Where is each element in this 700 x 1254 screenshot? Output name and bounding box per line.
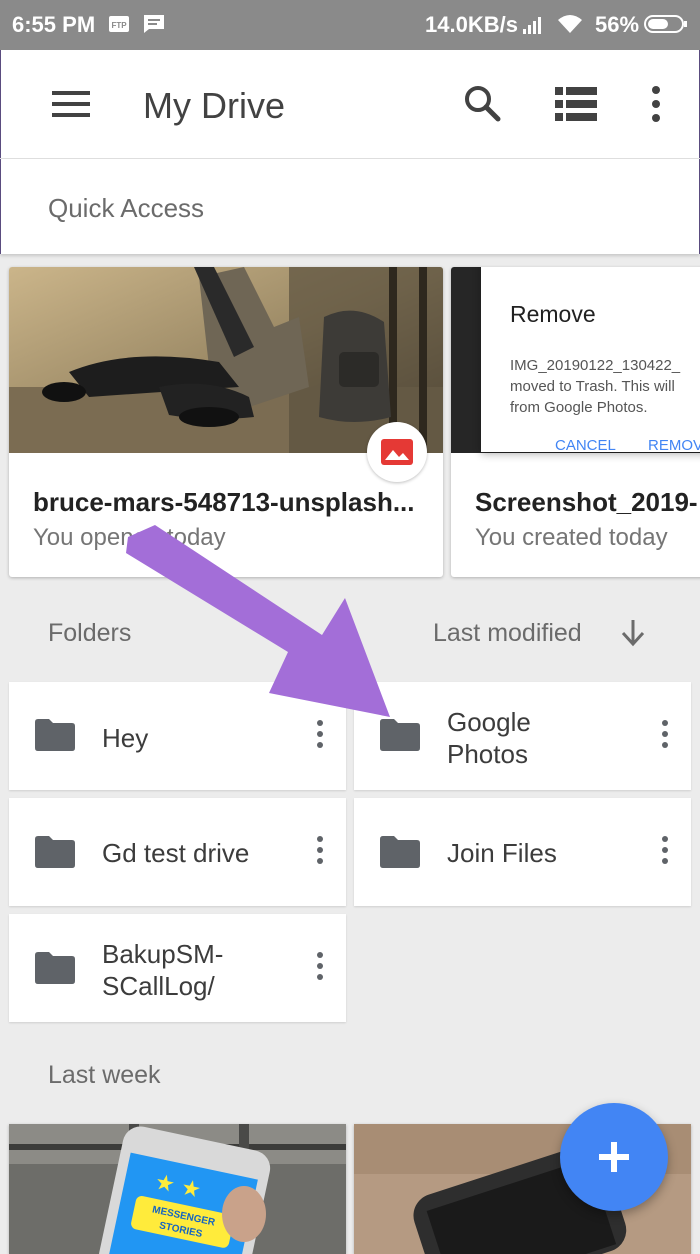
add-button[interactable] [560, 1103, 668, 1211]
plus-icon [599, 1142, 629, 1172]
annotation-arrow [126, 525, 390, 717]
